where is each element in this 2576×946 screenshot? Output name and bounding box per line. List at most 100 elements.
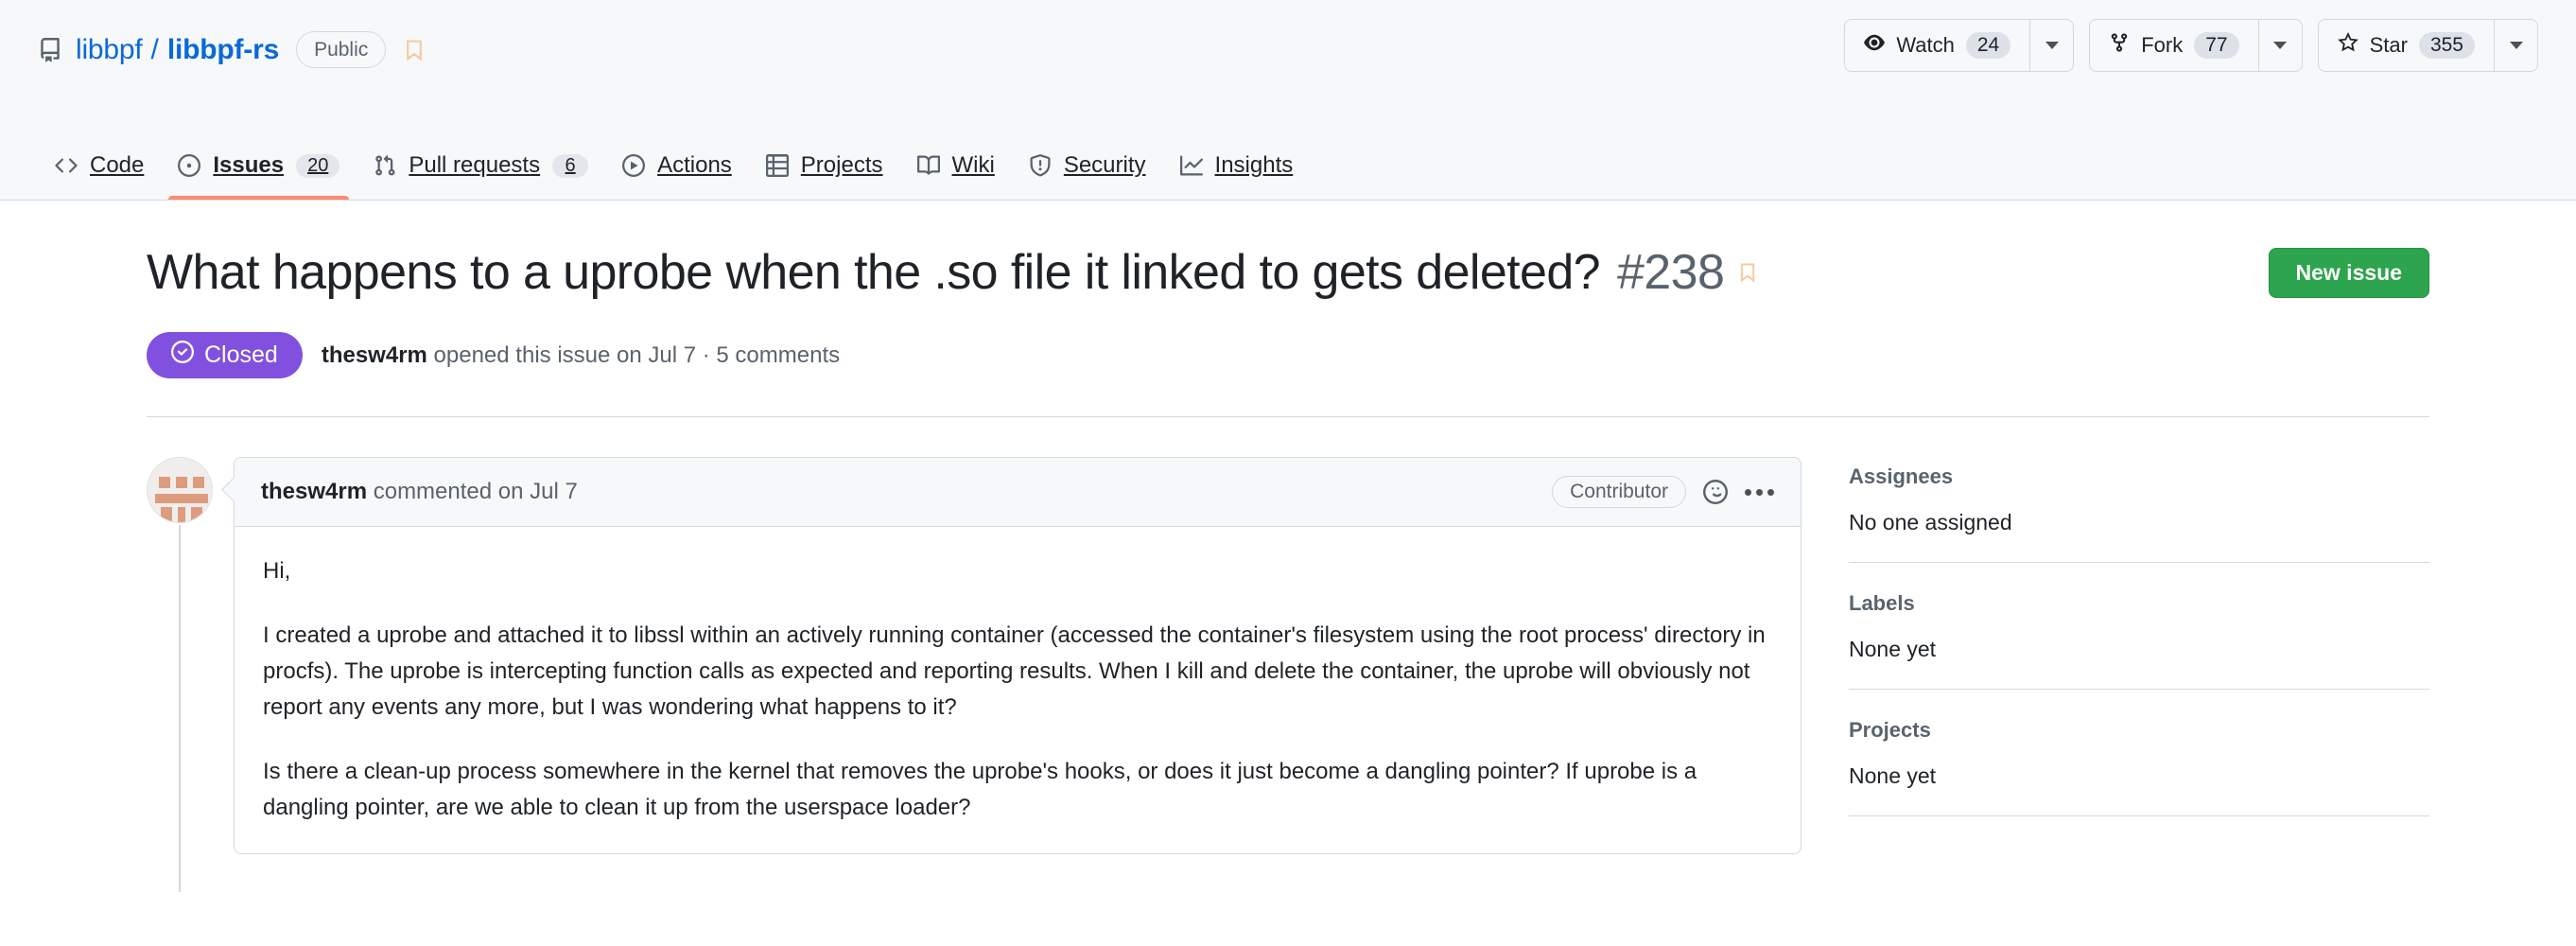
tab-issues[interactable]: Issues 20 bbox=[161, 152, 357, 200]
eye-icon bbox=[1864, 32, 1886, 59]
timeline-connector bbox=[179, 525, 181, 893]
issue-main-column: thesw4rm commented on Jul 7 Contributor … bbox=[147, 457, 1801, 893]
issue-number: #238 bbox=[1616, 245, 1725, 300]
identicon-image bbox=[148, 458, 212, 522]
fork-button[interactable]: Fork 77 bbox=[2090, 20, 2257, 71]
shield-icon bbox=[1029, 154, 1052, 177]
fork-icon bbox=[2109, 32, 2130, 59]
tab-pull-requests-count: 6 bbox=[552, 153, 589, 178]
tab-actions[interactable]: Actions bbox=[605, 152, 749, 200]
git-pull-request-icon bbox=[374, 154, 396, 177]
tab-pull-requests-label: Pull requests bbox=[409, 152, 541, 178]
comment-body: Hi, I created a uprobe and attached it t… bbox=[235, 527, 1801, 853]
status-badge-label: Closed bbox=[204, 342, 278, 368]
sidebar-section-projects: Projects None yet bbox=[1849, 718, 2429, 816]
watch-dropdown-button[interactable] bbox=[2029, 20, 2073, 71]
play-icon bbox=[622, 154, 646, 177]
tab-insights[interactable]: Insights bbox=[1163, 152, 1311, 200]
sidebar-section-value: None yet bbox=[1849, 763, 1937, 788]
sidebar-section-title[interactable]: Assignees bbox=[1849, 464, 2429, 489]
chevron-down-icon bbox=[2045, 42, 2059, 49]
sidebar-section-assignees: Assignees No one assigned bbox=[1849, 464, 2429, 563]
tab-wiki[interactable]: Wiki bbox=[900, 152, 1012, 200]
tab-projects[interactable]: Projects bbox=[749, 152, 900, 200]
fork-count: 77 bbox=[2194, 32, 2239, 59]
book-icon bbox=[916, 154, 940, 177]
sidebar-section-title[interactable]: Labels bbox=[1849, 591, 2429, 616]
repo-separator: / bbox=[150, 33, 159, 65]
tab-security-label: Security bbox=[1063, 152, 1146, 178]
chevron-down-icon bbox=[2273, 42, 2288, 49]
issue-header: What happens to a uprobe when the .so fi… bbox=[38, 201, 2538, 417]
tab-code-label: Code bbox=[90, 152, 145, 178]
tab-code[interactable]: Code bbox=[38, 152, 161, 200]
tab-security[interactable]: Security bbox=[1012, 152, 1163, 200]
comment-thread-item: thesw4rm commented on Jul 7 Contributor … bbox=[147, 457, 1801, 893]
comment-timestamp: commented on Jul 7 bbox=[367, 479, 578, 504]
chevron-down-icon bbox=[2509, 42, 2523, 49]
avatar[interactable] bbox=[147, 457, 213, 523]
tab-issues-label: Issues bbox=[213, 152, 285, 178]
comment-author-name[interactable]: thesw4rm bbox=[261, 479, 367, 504]
table-icon bbox=[765, 154, 789, 177]
smiley-icon[interactable] bbox=[1703, 480, 1728, 504]
star-icon bbox=[2337, 31, 2358, 59]
issue-closed-icon bbox=[171, 341, 194, 370]
author-association-badge: Contributor bbox=[1552, 476, 1686, 508]
visibility-badge: Public bbox=[296, 30, 387, 69]
repo-action-buttons: Watch 24 Fork 77 Star 355 bbox=[1844, 19, 2538, 72]
bookmark-icon[interactable] bbox=[1737, 262, 1758, 283]
comment-header-actions: Contributor bbox=[1552, 476, 1774, 508]
comment-author-line: thesw4rm commented on Jul 7 bbox=[261, 479, 578, 505]
tab-insights-label: Insights bbox=[1214, 152, 1294, 178]
issue-author[interactable]: thesw4rm bbox=[322, 342, 427, 368]
repo-nav-tabs: Code Issues 20 Pull requests 6 Actions P… bbox=[38, 118, 2576, 200]
issue-meta-rest: opened this issue on Jul 7 · 5 comments bbox=[426, 342, 841, 368]
fork-dropdown-button[interactable] bbox=[2257, 20, 2302, 71]
new-issue-button[interactable]: New issue bbox=[2268, 248, 2429, 299]
active-tab-underline bbox=[168, 196, 350, 200]
comment-header: thesw4rm commented on Jul 7 Contributor bbox=[235, 458, 1801, 527]
graph-icon bbox=[1179, 154, 1203, 177]
tab-wiki-label: Wiki bbox=[951, 152, 995, 178]
repo-owner-link[interactable]: libbpf bbox=[76, 34, 143, 66]
tab-pull-requests[interactable]: Pull requests 6 bbox=[357, 152, 605, 200]
comment-paragraph: I created a uprobe and attached it to li… bbox=[263, 622, 1766, 720]
bookmark-icon[interactable] bbox=[403, 39, 426, 61]
comment-card: thesw4rm commented on Jul 7 Contributor … bbox=[234, 457, 1801, 855]
sidebar-section-value: None yet bbox=[1849, 637, 1937, 661]
repo-header: libbpf / libbpf-rs Public Watch 24 Fork … bbox=[0, 0, 2576, 201]
sidebar-section-labels: Labels None yet bbox=[1849, 591, 2429, 690]
star-count: 355 bbox=[2418, 32, 2475, 59]
star-button-group[interactable]: Star 355 bbox=[2317, 19, 2538, 72]
repo-name-link[interactable]: libbpf-rs bbox=[167, 34, 279, 66]
watch-button[interactable]: Watch 24 bbox=[1845, 20, 2029, 71]
comment-paragraph: Is there a clean-up process somewhere in… bbox=[263, 758, 1697, 820]
star-label: Star bbox=[2369, 33, 2408, 57]
fork-button-group[interactable]: Fork 77 bbox=[2089, 19, 2303, 72]
comment-paragraph: Hi, bbox=[263, 558, 291, 584]
star-button[interactable]: Star 355 bbox=[2319, 20, 2494, 71]
sidebar-section-title[interactable]: Projects bbox=[1849, 718, 2429, 743]
issue-body: thesw4rm commented on Jul 7 Contributor … bbox=[38, 457, 2538, 893]
issue-page: What happens to a uprobe when the .so fi… bbox=[0, 201, 2576, 893]
issue-meta-text: thesw4rm opened this issue on Jul 7 · 5 … bbox=[322, 342, 840, 369]
star-dropdown-button[interactable] bbox=[2494, 20, 2537, 71]
watch-count: 24 bbox=[1965, 32, 2011, 59]
watch-button-group[interactable]: Watch 24 bbox=[1844, 19, 2075, 72]
issue-sidebar: Assignees No one assigned Labels None ye… bbox=[1849, 457, 2429, 854]
repo-icon bbox=[38, 37, 62, 62]
tab-issues-count: 20 bbox=[296, 153, 340, 178]
issue-meta: Closed thesw4rm opened this issue on Jul… bbox=[147, 332, 2429, 417]
status-badge: Closed bbox=[147, 332, 303, 378]
sidebar-section-value: No one assigned bbox=[1849, 510, 2012, 534]
kebab-horizontal-icon[interactable] bbox=[1745, 488, 1774, 496]
watch-label: Watch bbox=[1896, 33, 1955, 57]
fork-label: Fork bbox=[2141, 33, 2184, 57]
code-icon bbox=[55, 154, 78, 177]
tab-projects-label: Projects bbox=[800, 152, 883, 178]
tab-actions-label: Actions bbox=[657, 152, 732, 178]
issue-opened-icon bbox=[178, 154, 201, 177]
page-title: What happens to a uprobe when the .so fi… bbox=[147, 242, 2429, 304]
issue-title-text: What happens to a uprobe when the .so fi… bbox=[147, 245, 1601, 300]
